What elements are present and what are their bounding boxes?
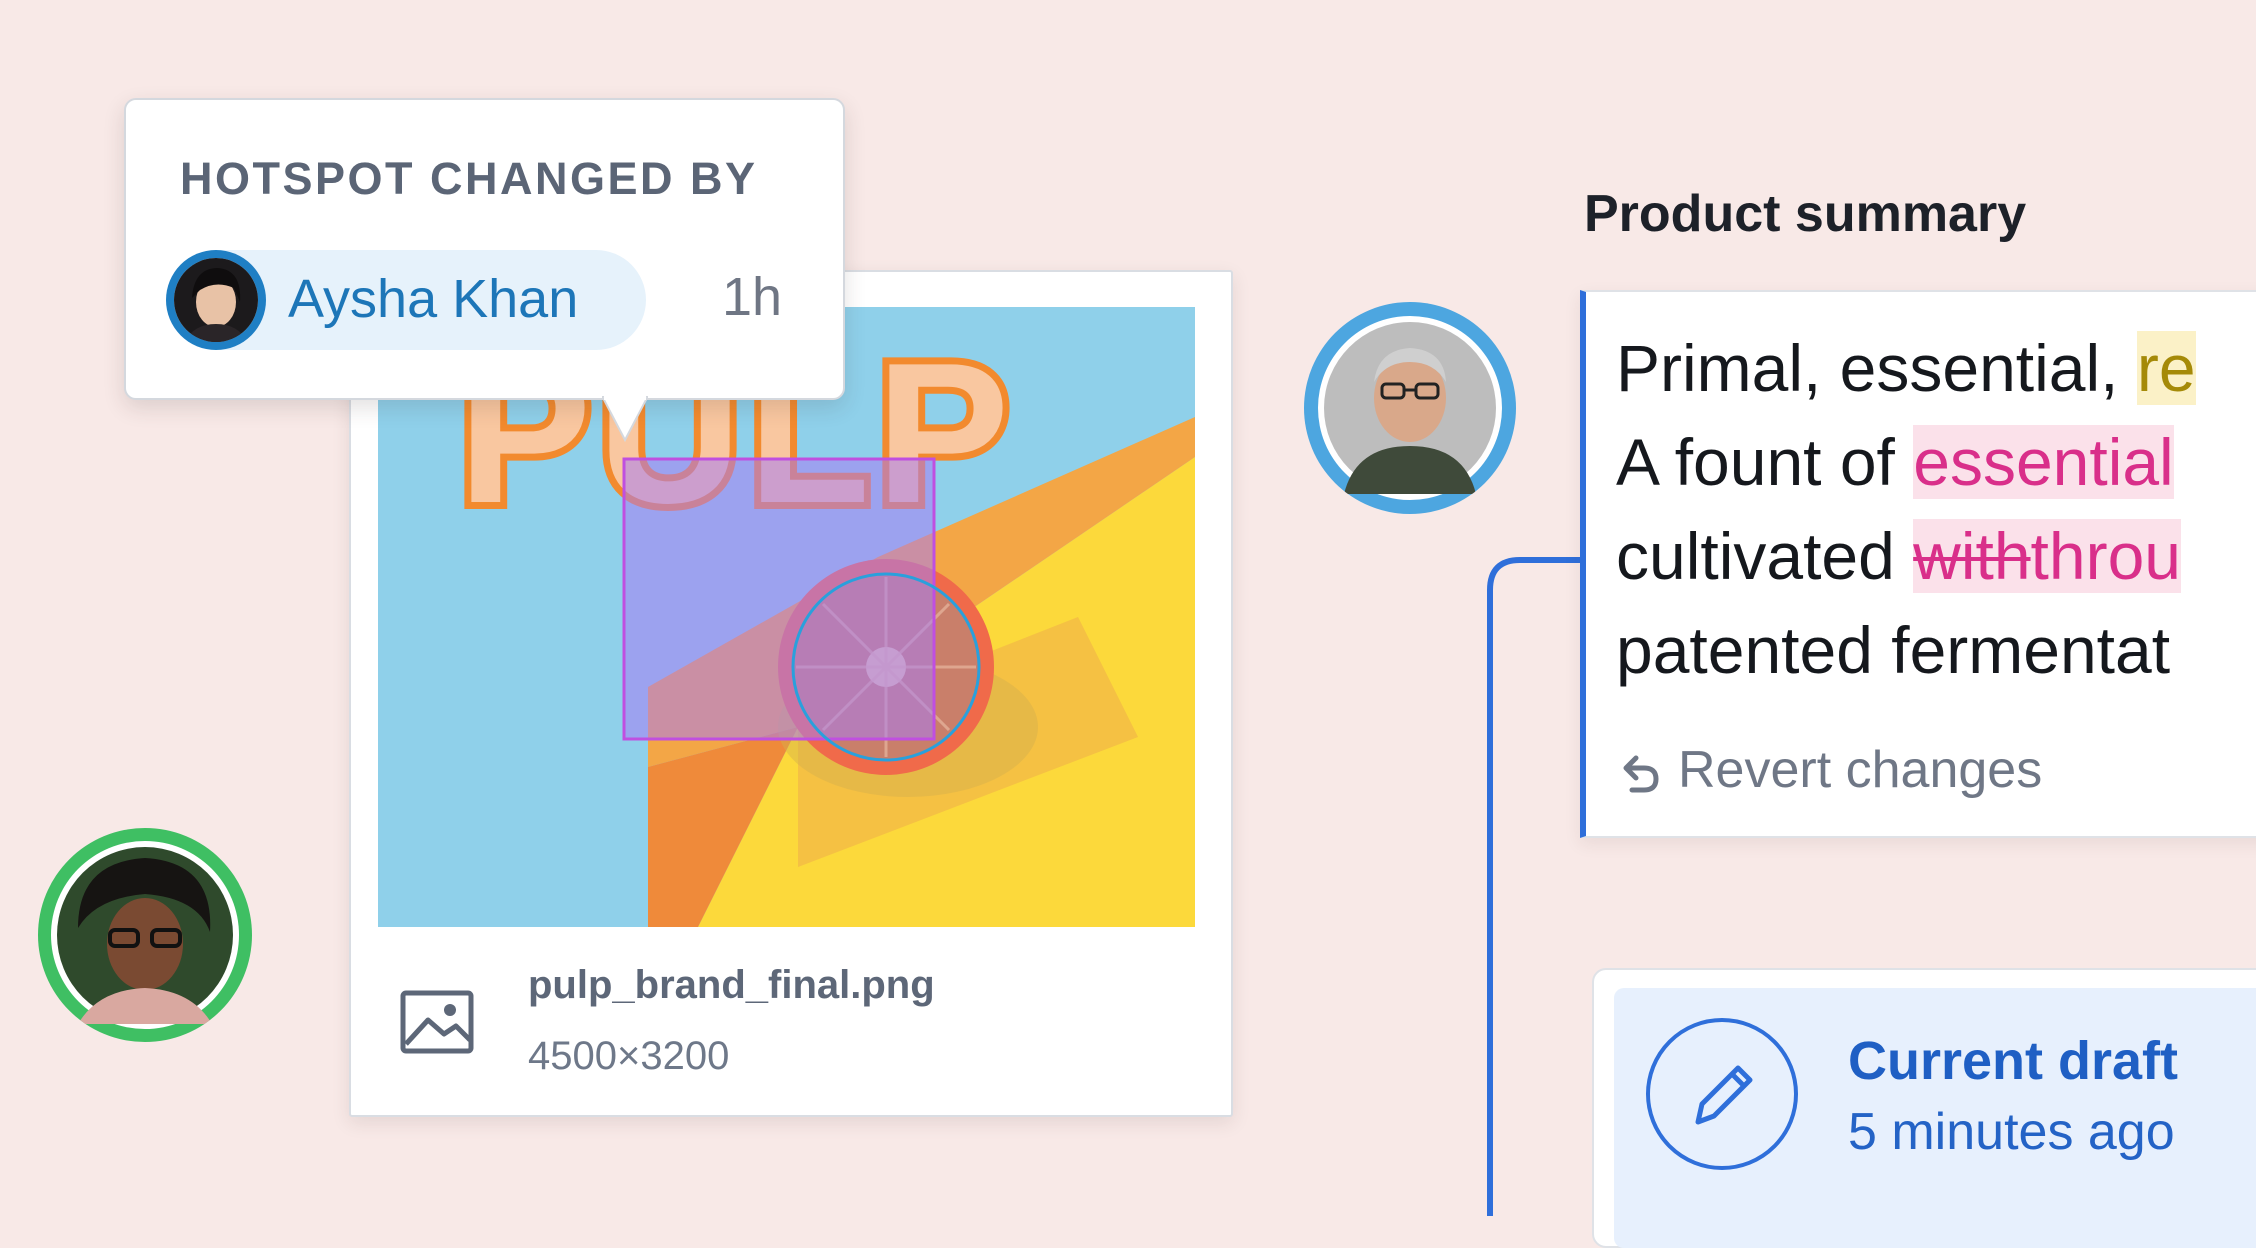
avatar[interactable] — [174, 258, 258, 342]
avatar-man[interactable] — [1304, 302, 1516, 514]
connector-line — [1480, 556, 1590, 1216]
hotspot-crop-rect[interactable] — [622, 457, 936, 741]
summary-line-3: cultivated withthrou — [1616, 519, 2181, 593]
summary-line-1: Primal, essential, re — [1616, 331, 2196, 405]
file-name: pulp_brand_final.png — [528, 963, 935, 1007]
pencil-icon — [1646, 1018, 1798, 1170]
summary-line-2: A fount of essential — [1616, 425, 2174, 499]
draft-time: 5 minutes ago — [1848, 1103, 2175, 1161]
popover-arrow — [600, 395, 650, 444]
user-name[interactable]: Aysha Khan — [288, 268, 578, 330]
revert-changes-button[interactable]: Revert changes — [1678, 740, 2042, 800]
undo-icon[interactable] — [1614, 748, 1664, 798]
hotspot-popover — [124, 98, 845, 400]
image-preview[interactable]: PULP — [378, 307, 1195, 927]
time-ago: 1h — [722, 267, 783, 327]
summary-line-4: patented fermentat — [1616, 613, 2171, 687]
image-icon — [400, 990, 474, 1054]
popover-title: HOTSPOT CHANGED BY — [180, 153, 758, 204]
highlight-text: re — [2136, 331, 2196, 405]
deleted-text: with — [1913, 519, 2031, 593]
avatar-woman[interactable] — [38, 828, 252, 1042]
summary-label: Product summary — [1584, 185, 2027, 243]
inserted-text: throu — [2030, 519, 2181, 593]
draft-title: Current draft — [1848, 1031, 2179, 1091]
file-dimensions: 4500×3200 — [528, 1034, 730, 1078]
pulp-artwork: PULP — [378, 307, 1195, 927]
inserted-text: essential — [1913, 425, 2174, 499]
